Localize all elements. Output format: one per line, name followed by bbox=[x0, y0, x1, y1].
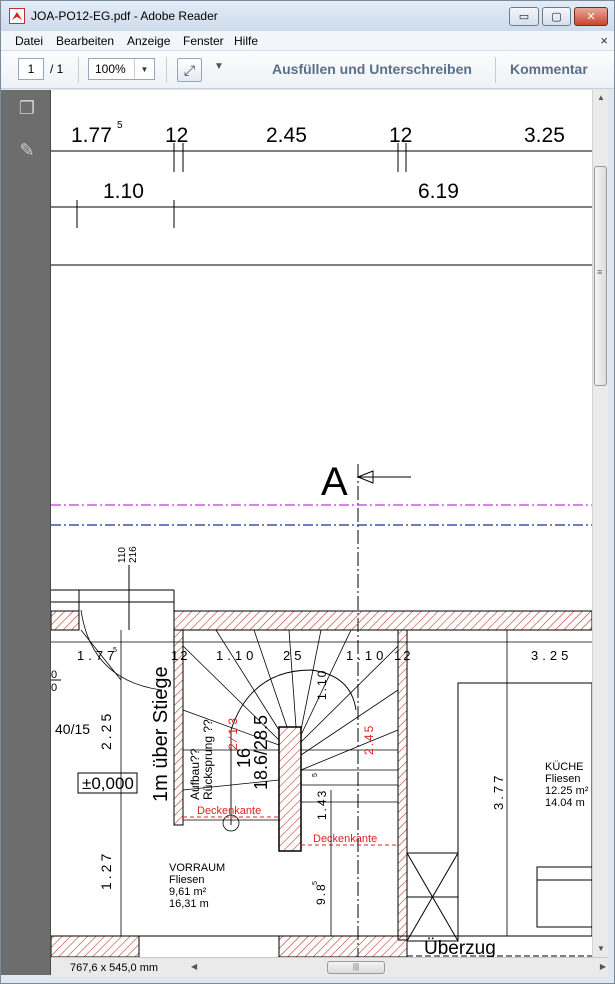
left-fragment-1: 0 bbox=[51, 669, 57, 681]
level-label: ±0,000 bbox=[82, 774, 134, 793]
room-kueche-name: KÜCHE bbox=[545, 761, 584, 773]
page-number-input[interactable]: 1 bbox=[18, 58, 44, 80]
label-ueberzug: Überzug bbox=[424, 938, 496, 957]
room-kueche-perimeter: 14.04 m bbox=[545, 797, 585, 809]
label-110-vertical: 1.10 bbox=[315, 669, 329, 700]
menu-fenster[interactable]: Fenster bbox=[183, 34, 224, 48]
room-dim-325: 3.25 bbox=[531, 648, 572, 663]
label-ruecksprung: Rücksprung ?? bbox=[201, 719, 215, 800]
status-bar: 767,6 x 545,0 mm ◀ ||| ▶ bbox=[51, 957, 608, 977]
vertical-scrollbar[interactable]: ▲ ▼ bbox=[592, 90, 608, 957]
label-377: 3.77 bbox=[491, 773, 506, 810]
fit-page-button[interactable]: ⤢ bbox=[177, 58, 202, 82]
title-bar: JOA-PO12-EG.pdf - Adobe Reader ▭ ▢ ✕ bbox=[1, 1, 614, 31]
dim-619: 6.19 bbox=[418, 180, 459, 203]
label-40-15: 40/15 bbox=[55, 721, 90, 737]
zoom-select[interactable]: 100% ▼ bbox=[88, 58, 155, 80]
room-kueche-area: 12.25 m² bbox=[545, 785, 589, 797]
page-thumbnails-icon[interactable]: ❐ bbox=[16, 98, 38, 120]
label-143: 1.43 bbox=[315, 789, 329, 820]
minimize-button[interactable]: ▭ bbox=[509, 7, 539, 26]
left-fragment-2: 0 bbox=[51, 682, 57, 694]
horizontal-scroll-thumb[interactable]: ||| bbox=[327, 961, 385, 974]
room-dim-12-b: 12 bbox=[394, 648, 412, 663]
menu-datei[interactable]: Datei bbox=[15, 34, 43, 48]
close-document-icon[interactable]: × bbox=[600, 33, 608, 48]
room-kueche-floor: Fliesen bbox=[545, 773, 580, 785]
menu-hilfe[interactable]: Hilfe bbox=[234, 34, 258, 48]
maximize-icon: ▢ bbox=[551, 11, 562, 23]
dim-12-a: 12 bbox=[165, 124, 188, 147]
label-1m-ueber-stiege: 1m über Stiege bbox=[150, 666, 172, 802]
scroll-left-icon[interactable]: ◀ bbox=[191, 962, 197, 971]
dim-177: 1.77 bbox=[71, 124, 112, 147]
room-dim-110-b: 1.10 bbox=[346, 648, 387, 663]
menu-anzeige[interactable]: Anzeige bbox=[127, 34, 170, 48]
minimize-icon: ▭ bbox=[518, 11, 530, 23]
floor-plan-drawing: 1.77 5 12 2.45 12 3.25 1.10 6.19 A 110 2… bbox=[51, 120, 592, 957]
comment-button[interactable]: Kommentar bbox=[510, 61, 588, 77]
toolbar-divider bbox=[495, 57, 496, 83]
label-red-213: 2 ⁄ 1 3 bbox=[226, 718, 240, 750]
room-vorraum-floor: Fliesen bbox=[169, 874, 204, 886]
vdim-216: 216 bbox=[128, 546, 139, 563]
section-marker: A bbox=[321, 460, 348, 504]
room-dim-177-sup: 5 bbox=[113, 647, 117, 654]
dim-177-sup: 5 bbox=[117, 120, 123, 131]
fill-and-sign-button[interactable]: Ausfüllen und Unterschreiben bbox=[272, 61, 472, 77]
label-stair-ratio: 18.6/28.5 bbox=[251, 715, 271, 790]
scroll-down-icon[interactable]: ▼ bbox=[593, 941, 609, 957]
room-dim-25: 25 bbox=[283, 648, 305, 663]
vertical-scroll-thumb[interactable] bbox=[594, 166, 607, 386]
close-window-button[interactable]: ✕ bbox=[574, 7, 608, 26]
app-window: JOA-PO12-EG.pdf - Adobe Reader ▭ ▢ ✕ Dat… bbox=[0, 0, 615, 984]
toolbar: 1 / 1 100% ▼ ⤢ ▼ Ausfüllen und Unterschr… bbox=[1, 51, 614, 89]
room-vorraum-perimeter: 16,31 m bbox=[169, 898, 209, 910]
maximize-button[interactable]: ▢ bbox=[542, 7, 571, 26]
pdf-file-icon bbox=[9, 8, 25, 24]
room-vorraum-area: 9,61 m² bbox=[169, 886, 207, 898]
label-143-sup: 5 bbox=[312, 773, 319, 777]
chevron-down-icon[interactable]: ▼ bbox=[134, 59, 154, 79]
dim-325: 3.25 bbox=[524, 124, 565, 147]
room-dim-12-a: 12 bbox=[171, 648, 189, 663]
horizontal-scrollbar[interactable]: ◀ ||| ▶ bbox=[191, 960, 608, 976]
label-127: 1.27 bbox=[98, 851, 114, 890]
navigation-panel: ❐ ✎ bbox=[1, 90, 51, 975]
dim-110: 1.10 bbox=[103, 180, 144, 203]
dim-12-b: 12 bbox=[389, 124, 412, 147]
document-view[interactable]: 1.77 5 12 2.45 12 3.25 1.10 6.19 A 110 2… bbox=[51, 90, 592, 957]
page-size-label: 767,6 x 545,0 mm bbox=[70, 962, 159, 974]
deckenkante-label-1: Deckenkante bbox=[197, 805, 261, 817]
menu-bearbeiten[interactable]: Bearbeiten bbox=[56, 34, 114, 48]
room-vorraum-name: VORRAUM bbox=[169, 862, 225, 874]
label-red-245: 2.45 bbox=[362, 724, 376, 755]
expand-icon: ⤢ bbox=[183, 61, 196, 78]
deckenkante-label-2: Deckenkante bbox=[313, 833, 377, 845]
zoom-value: 100% bbox=[95, 62, 126, 76]
scroll-right-icon[interactable]: ▶ bbox=[600, 962, 606, 971]
label-aufbau: Aufbau?? bbox=[188, 748, 202, 800]
vdim-110: 110 bbox=[117, 547, 128, 563]
label-225: 2.25 bbox=[98, 711, 114, 750]
attachments-icon[interactable]: ✎ bbox=[16, 140, 38, 162]
more-tools-icon[interactable]: ▼ bbox=[214, 61, 224, 72]
dim-245: 2.45 bbox=[266, 124, 307, 147]
scroll-up-icon[interactable]: ▲ bbox=[593, 90, 609, 106]
toolbar-divider bbox=[166, 57, 167, 83]
menu-bar: Datei Bearbeiten Anzeige Fenster Hilfe × bbox=[1, 31, 614, 51]
toolbar-divider bbox=[78, 57, 79, 83]
page-total: / 1 bbox=[50, 62, 64, 76]
window-title: JOA-PO12-EG.pdf - Adobe Reader bbox=[31, 9, 218, 23]
label-98-sup: 5 bbox=[312, 881, 319, 885]
close-icon: ✕ bbox=[586, 11, 596, 23]
room-dim-110-a: 1.10 bbox=[216, 648, 257, 663]
